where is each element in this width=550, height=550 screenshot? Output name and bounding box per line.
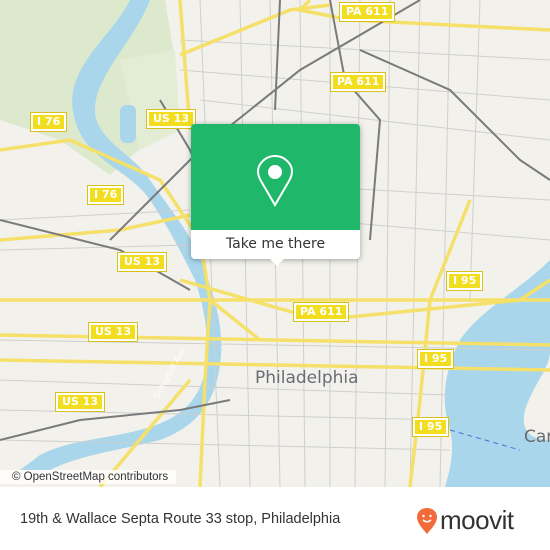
footer: 19th & Wallace Septa Route 33 stop, Phil… [0,487,550,550]
road-shield-pa611: PA 611 [338,2,396,22]
road-shield-i95: I 95 [411,417,450,437]
moovit-pin-icon [417,507,437,534]
popup-header [191,124,360,230]
road-shield-i95: I 95 [445,271,484,291]
road-shield-i76: I 76 [86,185,125,205]
moovit-brand-text: moovit [440,505,514,535]
popup-tail [269,258,285,266]
road-shield-i95: I 95 [416,349,455,369]
city-label-philadelphia: Philadelphia [255,368,359,388]
road-shield-i76: I 76 [29,112,68,132]
road-shield-pa611: PA 611 [329,72,387,92]
location-pin-icon [257,154,293,207]
map-attribution[interactable]: © OpenStreetMap contributors [0,470,177,484]
road-shield-pa611: PA 611 [292,302,350,322]
road-shield-us13: US 13 [146,109,196,129]
delaware-river [444,260,550,487]
road-shield-us13: US 13 [88,322,138,342]
road-shield-us13: US 13 [117,252,167,272]
reservoir [120,105,136,143]
moovit-logo[interactable]: moovit [416,505,514,536]
road-shield-us13: US 13 [55,392,105,412]
stop-title: 19th & Wallace Septa Route 33 stop, Phil… [20,511,341,527]
city-label-camden: Car [524,427,550,447]
take-me-there-popup[interactable]: Take me there [191,124,360,266]
take-me-there-button[interactable]: Take me there [191,230,360,259]
